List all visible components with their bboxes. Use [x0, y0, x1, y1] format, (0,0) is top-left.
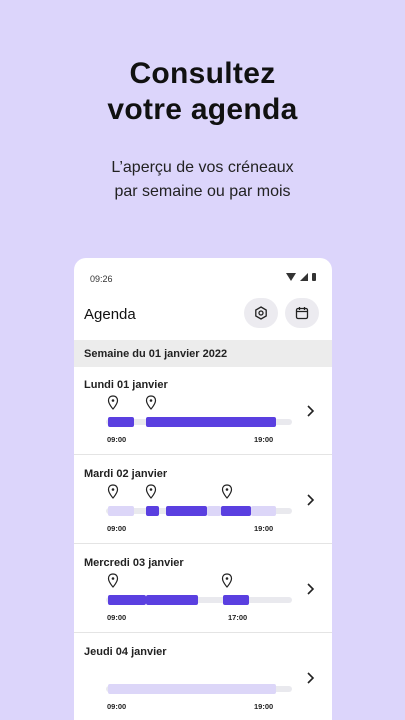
time-slot [223, 595, 249, 605]
subheadline: L’aperçu de vos créneaux par semaine ou … [0, 156, 405, 204]
time-slot [108, 595, 146, 605]
time-slot [166, 506, 207, 516]
location-pin-icon [107, 395, 119, 410]
settings-icon [255, 306, 267, 320]
time-slot [207, 506, 221, 516]
location-pin-icon [107, 484, 119, 499]
headline-line-1: Consultez [129, 57, 276, 90]
time-slot [221, 506, 251, 516]
timeline-track [106, 595, 292, 605]
calendar-button[interactable] [285, 298, 319, 328]
time-slot [108, 506, 134, 516]
status-bar: 09:26 [74, 258, 332, 296]
day-label: Jeudi 04 janvier [84, 646, 167, 658]
timeline-track [106, 506, 292, 516]
time-slot [146, 506, 159, 516]
timeline-track [106, 684, 292, 694]
day-label: Lundi 01 janvier [84, 379, 168, 391]
start-time: 09:00 [107, 435, 127, 444]
location-pin-icon [221, 573, 233, 588]
start-time: 09:00 [107, 702, 127, 711]
location-pin-icon [145, 395, 157, 410]
end-time: 19:00 [254, 702, 274, 711]
app-bar: Agenda [74, 298, 332, 330]
end-time: 19:00 [254, 524, 274, 533]
page-title: Agenda [84, 306, 136, 323]
day-row-2[interactable]: Mardi 02 janvier 09:00 19:00 [74, 456, 332, 544]
end-time: 17:00 [228, 613, 248, 622]
location-pin-icon [107, 573, 119, 588]
wifi-icon [286, 273, 296, 281]
subheadline-line-1: L’aperçu de vos créneaux [111, 159, 294, 176]
phone-screen: 09:26 Agenda Semaine du 01 janvier 2022 [74, 258, 332, 720]
chevron-right-icon[interactable] [302, 670, 318, 686]
day-row-1[interactable]: Lundi 01 janvier 09:00 19:00 [74, 367, 332, 455]
day-label: Mercredi 03 janvier [84, 557, 184, 569]
week-header: Semaine du 01 janvier 2022 [74, 340, 332, 367]
time-slot [108, 684, 276, 694]
time-slot [146, 595, 198, 605]
start-time: 09:00 [107, 613, 127, 622]
chevron-right-icon[interactable] [302, 403, 318, 419]
chevron-right-icon[interactable] [302, 492, 318, 508]
day-row-4[interactable]: Jeudi 04 janvier 09:00 19:00 [74, 634, 332, 720]
calendar-icon [295, 307, 309, 320]
day-row-3[interactable]: Mercredi 03 janvier 09:00 17:00 [74, 545, 332, 633]
time-slot [251, 506, 276, 516]
timeline-track [106, 417, 292, 427]
time-slot [146, 417, 276, 427]
signal-icon [300, 273, 308, 281]
battery-icon [312, 273, 316, 281]
start-time: 09:00 [107, 524, 127, 533]
location-pin-icon [221, 484, 233, 499]
subheadline-line-2: par semaine ou par mois [114, 183, 291, 200]
day-label: Mardi 02 janvier [84, 468, 168, 480]
headline: Consultez votre agenda [0, 56, 405, 128]
settings-button[interactable] [244, 298, 278, 328]
headline-line-2: votre agenda [107, 93, 298, 126]
chevron-right-icon[interactable] [302, 581, 318, 597]
status-time: 09:26 [90, 274, 113, 284]
time-slot [108, 417, 134, 427]
end-time: 19:00 [254, 435, 274, 444]
location-pin-icon [145, 484, 157, 499]
